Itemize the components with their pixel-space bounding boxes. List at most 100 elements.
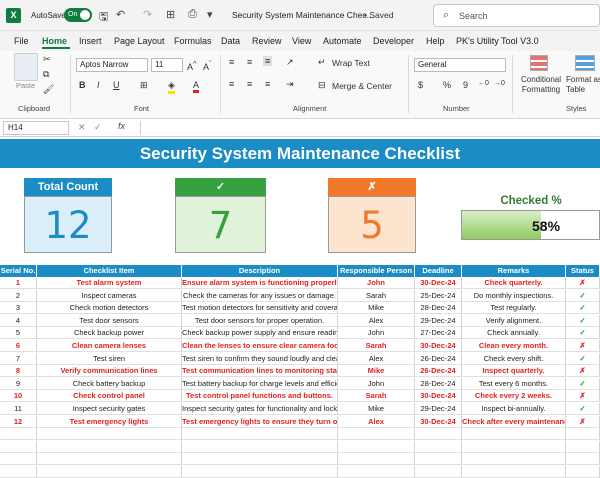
undo-icon[interactable]: ↶ [116,8,125,21]
table-cell-status[interactable]: ✓ [566,314,600,327]
empty-cell[interactable] [415,440,462,453]
table-cell-deadline[interactable]: 30-Dec-24 [415,277,462,289]
table-cell-remarks[interactable]: Inspect quarterly. [462,365,566,378]
format-as-table-icon[interactable] [575,55,595,71]
table-cell-no[interactable]: 11 [0,403,37,415]
table-cell-no[interactable]: 2 [0,289,37,302]
align-right-icon[interactable]: ≡ [265,79,270,89]
tab-view[interactable]: View [292,36,311,46]
name-box[interactable]: H14 [3,121,69,135]
table-cell-deadline[interactable]: 29-Dec-24 [415,403,462,415]
table-cell-person[interactable]: Alex [338,352,415,365]
borders-icon[interactable]: ⊞ [166,8,175,21]
insert-function-icon[interactable]: fx [118,121,125,131]
number-format-select[interactable]: General [414,58,506,72]
table-cell-item[interactable]: Check control panel [37,390,182,403]
table-cell-person[interactable]: Alex [338,415,415,428]
merge-center-button[interactable]: Merge & Center [332,81,392,91]
tab-formulas[interactable]: Formulas [174,36,212,46]
table-cell-desc[interactable]: Check backup power supply and ensure rea… [182,327,338,340]
borders-icon[interactable]: ⊞ [140,80,148,91]
table-cell-desc[interactable]: Test siren to confirm they sound loudly … [182,352,338,365]
table-cell-no[interactable]: 10 [0,390,37,403]
tab-automate[interactable]: Automate [323,36,362,46]
empty-cell[interactable] [338,466,415,478]
table-cell-status[interactable]: ✗ [566,340,600,352]
column-header[interactable]: Deadline [415,265,462,277]
table-cell-status[interactable]: ✓ [566,377,600,390]
empty-cell[interactable] [182,453,338,466]
wrap-text-button[interactable]: Wrap Text [332,58,370,68]
align-top-icon[interactable]: ≡ [229,57,234,67]
table-cell-remarks[interactable]: Check after every maintenance. [462,415,566,428]
table-cell-person[interactable]: Mike [338,403,415,415]
table-cell-desc[interactable]: Inspect security gates for functionality… [182,403,338,415]
empty-cell[interactable] [0,440,37,453]
enter-icon[interactable]: ✓ [94,122,102,133]
table-cell-status[interactable]: ✓ [566,289,600,302]
table-cell-deadline[interactable]: 30-Dec-24 [415,390,462,403]
table-cell-item[interactable]: Inspect security gates [37,403,182,415]
empty-cell[interactable] [415,428,462,441]
column-header[interactable]: Serial No. [0,265,37,277]
table-cell-desc[interactable]: Check the cameras for any issues or dama… [182,289,338,302]
table-cell-person[interactable]: Mike [338,302,415,315]
table-cell-item[interactable]: Test alarm system [37,277,182,289]
underline-icon[interactable]: U [113,80,120,90]
table-cell-no[interactable]: 4 [0,314,37,327]
table-cell-no[interactable]: 12 [0,415,37,428]
table-cell-status[interactable]: ✓ [566,327,600,340]
table-cell-remarks[interactable]: Verify alignment. [462,314,566,327]
table-cell-desc[interactable]: Test emergency lights to ensure they tur… [182,415,338,428]
column-header[interactable]: Remarks [462,265,566,277]
table-cell-remarks[interactable]: Inspect bi-annually. [462,403,566,415]
align-left-icon[interactable]: ≡ [229,79,234,89]
empty-cell[interactable] [37,453,182,466]
table-cell-item[interactable]: Test siren [37,352,182,365]
table-cell-status[interactable]: ✓ [566,302,600,315]
tab-file[interactable]: File [14,36,29,46]
table-cell-remarks[interactable]: Do monthly inspections. [462,289,566,302]
table-cell-no[interactable]: 6 [0,340,37,352]
autosave-toggle[interactable]: On [64,8,92,22]
table-cell-desc[interactable]: Test control panel functions and buttons… [182,390,338,403]
paste-icon[interactable] [14,53,38,81]
empty-cell[interactable] [462,466,566,478]
cut-icon[interactable]: ✂ [43,54,51,65]
empty-cell[interactable] [462,440,566,453]
fill-color-icon[interactable]: ◈ [168,80,175,94]
decrease-decimal-icon[interactable]: →0 [494,80,505,87]
table-cell-desc[interactable]: Clean the lenses to ensure clear camera … [182,340,338,352]
table-cell-deadline[interactable]: 26-Dec-24 [415,352,462,365]
format-as-table-button[interactable]: Format as Table [566,75,600,95]
table-cell-deadline[interactable]: 25-Dec-24 [415,289,462,302]
table-cell-status[interactable]: ✗ [566,415,600,428]
table-cell-person[interactable]: Sarah [338,390,415,403]
document-title[interactable]: Security System Maintenance Chec... [232,10,374,20]
empty-cell[interactable] [37,440,182,453]
cancel-icon[interactable]: ✕ [78,122,86,133]
table-cell-remarks[interactable]: Test regularly. [462,302,566,315]
table-cell-desc[interactable]: Test communication lines to monitoring s… [182,365,338,378]
font-color-icon[interactable]: A [193,80,200,93]
table-cell-no[interactable]: 8 [0,365,37,378]
format-painter-icon[interactable]: 🖌 [43,84,54,95]
table-cell-item[interactable]: Test door sensors [37,314,182,327]
tab-home[interactable]: Home [42,36,67,46]
tab-review[interactable]: Review [252,36,282,46]
empty-cell[interactable] [338,440,415,453]
table-cell-person[interactable]: John [338,277,415,289]
tab-pk-utility[interactable]: PK's Utility Tool V3.0 [456,36,539,46]
table-cell-person[interactable]: John [338,327,415,340]
table-cell-remarks[interactable]: Check every 2 weeks. [462,390,566,403]
table-cell-deadline[interactable]: 30-Dec-24 [415,340,462,352]
table-cell-remarks[interactable]: Check quarterly. [462,277,566,289]
table-cell-desc[interactable]: Test door sensors for proper operation. [182,314,338,327]
customize-toolbar-icon[interactable]: ▾ [207,8,213,21]
empty-cell[interactable] [338,428,415,441]
align-bottom-icon[interactable]: ≡ [263,56,273,66]
table-cell-item[interactable]: Clean camera lenses [37,340,182,352]
table-cell-remarks[interactable]: Check every shift. [462,352,566,365]
table-cell-status[interactable]: ✗ [566,277,600,289]
table-cell-deadline[interactable]: 27-Dec-24 [415,327,462,340]
